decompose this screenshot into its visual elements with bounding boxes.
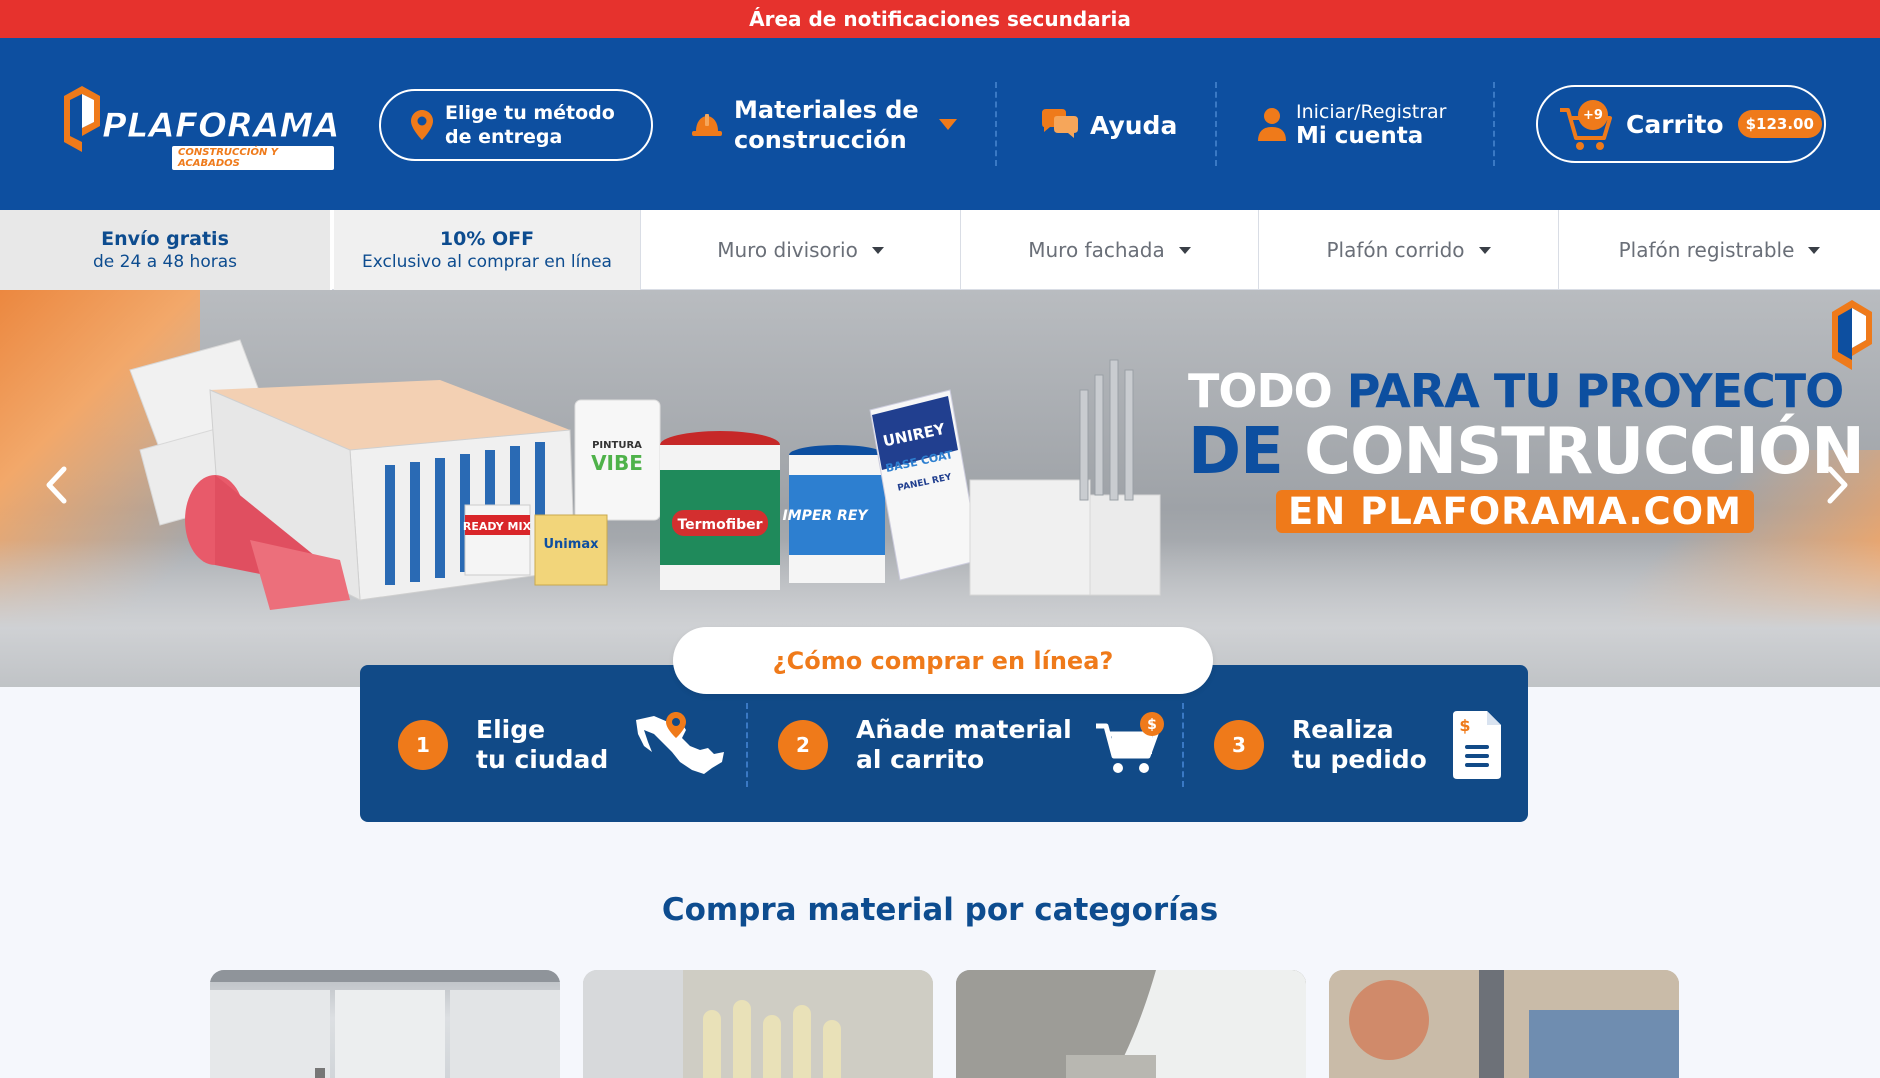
product-ready-mix-label: READY MIX [463,520,532,533]
header-divider [995,82,997,166]
subnav-item-label: Muro divisorio [717,238,858,262]
step-line2: al carrito [856,745,985,774]
promo-title: Envío gratis [101,228,229,250]
product-termofiber-label: Termofiber [677,517,762,533]
step-divider [1182,703,1184,787]
category-image-insulation [583,970,933,1078]
location-pin-icon [411,110,433,140]
caret-down-icon [1478,246,1491,254]
subnav: Envío gratis de 24 a 48 horas 10% OFF Ex… [0,210,1880,290]
hero-line2-a: DE [1188,415,1305,489]
carousel-prev-button[interactable] [36,460,76,510]
materials-menu-label: Materiales de construcción [734,96,919,154]
category-image-plaster [956,970,1306,1078]
brand-logo[interactable]: PLAFORAMA CONSTRUCCIÓN Y ACABADOS [62,86,340,170]
caret-down-icon [1808,246,1821,254]
product-imper-rey-label: IMPER REY [782,508,869,524]
subnav-item-label: Plafón corrido [1326,238,1465,262]
category-card[interactable] [583,970,933,1078]
account-line1: Iniciar/Registrar [1296,101,1447,123]
categories-title: Compra material por categorías [661,892,1219,928]
cart-label: Carrito [1626,109,1724,139]
invoice-icon: $ [1452,711,1501,779]
subnav-item-label: Muro fachada [1028,238,1165,262]
step-add-to-cart: 2 Añade material al carrito $ [778,705,1168,785]
subnav-item-muro-fachada[interactable]: Muro fachada [960,210,1258,290]
product-vibe-label: VIBE [591,451,643,475]
hero-products-image: VIBE PINTURA READY MIX Unimax Termofiber… [129,339,1161,610]
subnav-item-plafon-corrido[interactable]: Plafón corrido [1258,210,1558,290]
help-link[interactable]: Ayuda [1040,100,1177,150]
product-pintura-label: PINTURA [592,440,642,451]
header-divider [1493,82,1495,166]
category-image-tools [1329,970,1679,1078]
svg-text:$: $ [1147,717,1157,733]
delivery-method-label: Elige tu método de entrega [445,102,615,148]
step-number: 2 [778,720,828,770]
chevron-down-icon [939,119,957,130]
logo-tagline: CONSTRUCCIÓN Y ACABADOS [172,146,334,170]
materials-menu[interactable]: Materiales de construcción [692,90,957,160]
logo-mark-icon [64,86,100,152]
chat-bubbles-icon [1042,109,1078,138]
step-line2: tu ciudad [476,745,609,774]
step-number: 1 [398,720,448,770]
caret-down-icon [1178,246,1191,254]
step-number: 3 [1214,720,1264,770]
promo-title: 10% OFF [439,228,535,250]
cart-dollar-icon: $ [1095,712,1164,773]
hard-hat-icon [692,114,722,136]
promo-free-shipping: Envío gratis de 24 a 48 horas [0,210,332,290]
header-divider [1215,82,1217,166]
user-icon [1258,108,1286,141]
header: PLAFORAMA CONSTRUCCIÓN Y ACABADOS Elige … [0,38,1880,210]
notification-bar: Área de notificaciones secundaria [0,0,1880,38]
category-card[interactable] [956,970,1306,1078]
step-divider [746,703,748,787]
promo-subtitle: de 24 a 48 horas [93,252,237,272]
step-line1: Añade material [856,715,1072,744]
step-line1: Realiza [1292,715,1394,744]
cart-button[interactable]: +9 Carrito $123.00 [1536,85,1826,163]
step-line2: tu pedido [1292,745,1427,774]
subnav-item-muro-divisorio[interactable]: Muro divisorio [640,210,960,290]
subnav-item-label: Plafón registrable [1618,238,1795,262]
subnav-item-plafon-registrable[interactable]: Plafón registrable [1558,210,1880,290]
hero-headline: TODO PARA TU PROYECTO DE CONSTRUCCIÓN EN… [1188,368,1865,533]
category-card[interactable] [210,970,560,1078]
carousel-next-button[interactable] [1818,460,1858,510]
svg-text:$: $ [1459,716,1470,735]
logo-wordmark: PLAFORAMA [102,106,341,147]
mexico-map-icon [636,712,725,774]
cart-total-badge: $123.00 [1737,110,1822,138]
step-place-order: 3 Realiza tu pedido $ [1214,705,1503,785]
how-to-buy-button[interactable]: ¿Cómo comprar en línea? [673,627,1213,694]
step-choose-city: 1 Elige tu ciudad [398,705,726,785]
category-image-drywall [210,970,560,1078]
hero-line1-b: PARA TU PROYECTO [1346,364,1844,418]
delivery-method-button[interactable]: Elige tu método de entrega [379,89,653,161]
product-unimax-label: Unimax [544,537,600,552]
help-label: Ayuda [1090,110,1178,140]
category-card[interactable] [1329,970,1679,1078]
promo-discount: 10% OFF Exclusivo al comprar en línea [334,210,640,290]
chevron-left-icon [46,466,67,504]
caret-down-icon [871,246,884,254]
step-line1: Elige [476,715,546,744]
category-cards [210,970,1680,1078]
notification-text: Área de notificaciones secundaria [749,7,1131,31]
floating-logo-icon[interactable] [1830,300,1874,370]
hero-line3: EN PLAFORAMA.COM [1276,490,1754,533]
promo-subtitle: Exclusivo al comprar en línea [362,252,612,272]
cart-count-badge: +9 [1578,100,1608,130]
chevron-right-icon [1827,466,1848,504]
hero-line1-a: TODO [1188,364,1347,418]
account-link[interactable]: Iniciar/Registrar Mi cuenta [1258,96,1447,152]
account-line2: Mi cuenta [1296,123,1424,149]
hero-line2-b: CONSTRUCCIÓN [1304,415,1865,489]
